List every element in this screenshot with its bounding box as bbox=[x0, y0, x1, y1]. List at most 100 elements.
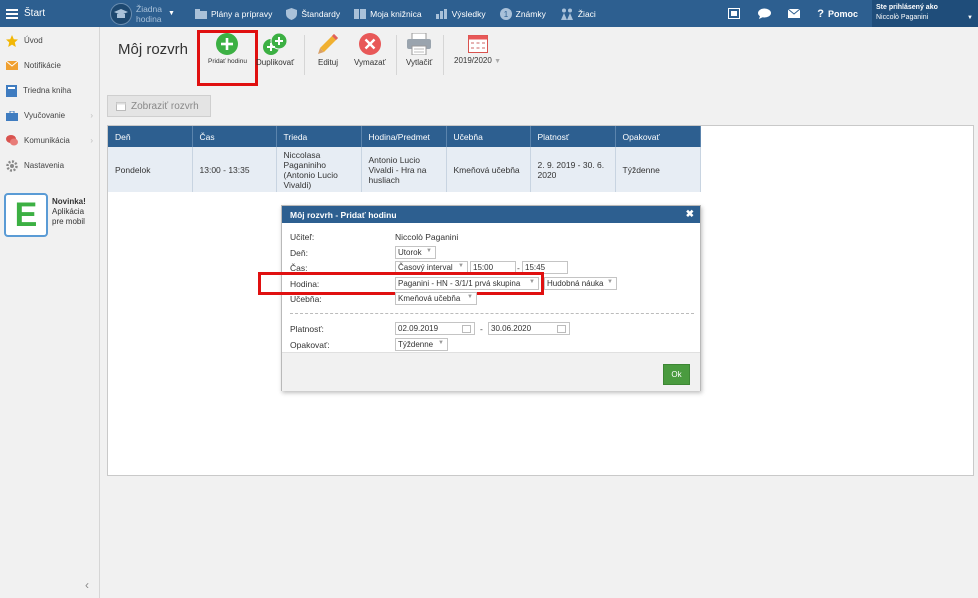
start-menu-button[interactable]: Štart bbox=[0, 0, 100, 27]
cell-hodina: Antonio Lucio Vivaldi - Hra na husliach bbox=[361, 147, 447, 192]
nav-standardy[interactable]: Štandardy bbox=[286, 7, 340, 20]
grade-icon: 1 bbox=[499, 7, 512, 20]
top-navigation-bar: Štart Žiadna hodina ▼ Plány a prípravy Š… bbox=[0, 0, 978, 27]
sidebar-item-label: Triedna kniha bbox=[23, 86, 72, 95]
svg-text:1: 1 bbox=[503, 10, 508, 19]
envelope-icon bbox=[6, 61, 18, 70]
cell-den: Pondelok bbox=[108, 147, 193, 192]
nav-ziaci[interactable]: Žiaci bbox=[560, 8, 596, 20]
repeat-select[interactable]: Týždenne ▼ bbox=[395, 338, 448, 351]
gear-icon bbox=[6, 159, 18, 172]
nav-znamky-label: Známky bbox=[515, 8, 546, 19]
cell-opakovat: Týždenne bbox=[615, 147, 701, 192]
cell-hodina-line: Vivaldi - Hra na bbox=[368, 164, 427, 175]
delete-circle-icon bbox=[358, 33, 381, 55]
calendar-icon bbox=[467, 35, 488, 53]
help-button[interactable]: ? Pomoc bbox=[817, 8, 858, 20]
validity-from-input[interactable]: 02.09.2019 bbox=[395, 322, 475, 335]
close-icon[interactable]: ✖ bbox=[686, 209, 694, 220]
chart-icon bbox=[435, 8, 447, 19]
chevron-down-icon: ▼ bbox=[467, 294, 473, 300]
sidebar-item-komunikacia[interactable]: Komunikácia › bbox=[0, 128, 99, 153]
show-schedule-label: Zobraziť rozvrh bbox=[131, 100, 199, 112]
edit-button[interactable]: Edituj bbox=[317, 33, 339, 67]
add-lesson-dialog: Môj rozvrh - Pridať hodinu ✖ Učiteľ: Nic… bbox=[258, 205, 701, 391]
lesson-selector[interactable]: Žiadna hodina ▼ bbox=[110, 2, 175, 25]
subject-select[interactable]: Hudobná náuka ▼ bbox=[544, 277, 617, 290]
sidebar: Úvod Notifikácie Triedna kniha Vyučovani… bbox=[0, 27, 100, 598]
sidebar-item-notifikacie[interactable]: Notifikácie bbox=[0, 53, 99, 78]
day-select-value: Utorok bbox=[398, 248, 422, 257]
table-header-row: Deň Čas Trieda Hodina/Predmet Učebňa Pla… bbox=[108, 126, 701, 147]
pencil-icon bbox=[318, 34, 338, 54]
calendar-icon[interactable] bbox=[557, 325, 566, 333]
show-schedule-button[interactable]: Zobraziť rozvrh bbox=[107, 95, 211, 117]
fullscreen-icon[interactable] bbox=[719, 8, 749, 19]
cell-platnost-line: 2020 bbox=[537, 169, 557, 180]
hamburger-icon bbox=[6, 8, 18, 19]
sidebar-item-nastavenia[interactable]: Nastavenia bbox=[0, 153, 99, 178]
repeat-select-value: Týždenne bbox=[398, 340, 434, 349]
folder-icon bbox=[194, 8, 207, 19]
time-to-value: 15:45 bbox=[525, 263, 546, 272]
envelope-icon[interactable] bbox=[779, 9, 809, 18]
day-select[interactable]: Utorok ▼ bbox=[395, 246, 436, 259]
sidebar-collapse-icon[interactable]: ‹ bbox=[85, 578, 89, 592]
user-menu[interactable]: Ste prihlásený ako Niccolò Paganini ▼ bbox=[872, 0, 978, 27]
calendar-icon[interactable] bbox=[462, 325, 471, 333]
classroom-select[interactable]: Kmeňová učebňa ▼ bbox=[395, 292, 477, 305]
repeat-label: Opakovať: bbox=[290, 340, 330, 350]
chevron-down-icon: ▼ bbox=[458, 263, 464, 269]
col-header-ucebna[interactable]: Učebňa bbox=[446, 126, 531, 147]
table-row[interactable]: Pondelok 13:00 - 13:35 Niccolasa Paganin… bbox=[108, 147, 701, 192]
sidebar-item-vyucovanie[interactable]: Vyučovanie › bbox=[0, 103, 99, 128]
nav-plany-label: Plány a prípravy bbox=[210, 8, 273, 19]
sidebar-item-uvod[interactable]: Úvod bbox=[0, 28, 99, 53]
col-header-cas[interactable]: Čas bbox=[192, 126, 277, 147]
cell-ucebna: Kmeňová učebňa bbox=[446, 147, 531, 192]
classroom-label: Učebňa: bbox=[290, 294, 322, 304]
validity-to-input[interactable]: 30.06.2020 bbox=[488, 322, 570, 335]
time-type-value: Časový interval bbox=[398, 263, 453, 272]
briefcase-icon bbox=[6, 110, 18, 121]
nav-vysledky[interactable]: Výsledky bbox=[435, 8, 486, 19]
chat-icon[interactable] bbox=[749, 8, 779, 19]
year-label-wrap: 2019/2020 ▼ bbox=[454, 56, 501, 65]
question-icon: ? bbox=[817, 7, 824, 20]
nav-znamky[interactable]: 1 Známky bbox=[499, 7, 546, 20]
chevron-down-icon: ▼ bbox=[494, 58, 501, 65]
cell-hodina-line: husliach bbox=[368, 174, 400, 185]
validity-label: Platnosť: bbox=[290, 324, 324, 334]
col-header-opakovat[interactable]: Opakovať bbox=[615, 126, 701, 147]
col-header-platnost[interactable]: Platnosť bbox=[530, 126, 616, 147]
nav-plany[interactable]: Plány a prípravy bbox=[194, 8, 273, 19]
sidebar-item-label: Notifikácie bbox=[24, 61, 61, 70]
ok-button[interactable]: Ok bbox=[663, 364, 690, 385]
school-year-selector[interactable]: 2019/2020 ▼ bbox=[454, 33, 501, 65]
sidebar-item-triedna-kniha[interactable]: Triedna kniha bbox=[0, 78, 99, 103]
col-header-den[interactable]: Deň bbox=[108, 126, 193, 147]
teacher-value: Niccolò Paganini bbox=[395, 232, 459, 242]
delete-button[interactable]: Vymazať bbox=[354, 33, 386, 67]
mobile-app-promo[interactable]: E Novinka! Aplikácia pre mobil bbox=[4, 193, 98, 239]
edupage-logo-icon: E bbox=[4, 193, 48, 237]
sidebar-item-label: Úvod bbox=[24, 36, 43, 45]
day-label: Deň: bbox=[290, 248, 308, 258]
shield-icon bbox=[286, 7, 298, 20]
divider bbox=[290, 313, 694, 314]
col-header-hodina[interactable]: Hodina/Predmet bbox=[361, 126, 447, 147]
cell-trieda-line: Niccolasa bbox=[283, 149, 321, 160]
year-label: 2019/2020 bbox=[454, 56, 492, 65]
print-label: Vytlačiť bbox=[406, 58, 433, 67]
duplicate-button[interactable]: Duplikovať bbox=[256, 33, 294, 67]
print-button[interactable]: Vytlačiť bbox=[406, 33, 432, 67]
toolbar: Môj rozvrh Pridať hodinu Duplikovať Edit… bbox=[100, 27, 978, 87]
logo-letter: E bbox=[14, 195, 38, 234]
chat-icon bbox=[6, 135, 18, 146]
cell-trieda-line: Paganiniho bbox=[283, 159, 327, 170]
col-header-trieda[interactable]: Trieda bbox=[276, 126, 362, 147]
nav-kniznica[interactable]: Moja knižnica bbox=[354, 8, 422, 19]
nav-kniznica-label: Moja knižnica bbox=[370, 8, 422, 19]
edit-label: Edituj bbox=[317, 58, 338, 67]
dialog-header: Môj rozvrh - Pridať hodinu ✖ bbox=[282, 206, 700, 223]
